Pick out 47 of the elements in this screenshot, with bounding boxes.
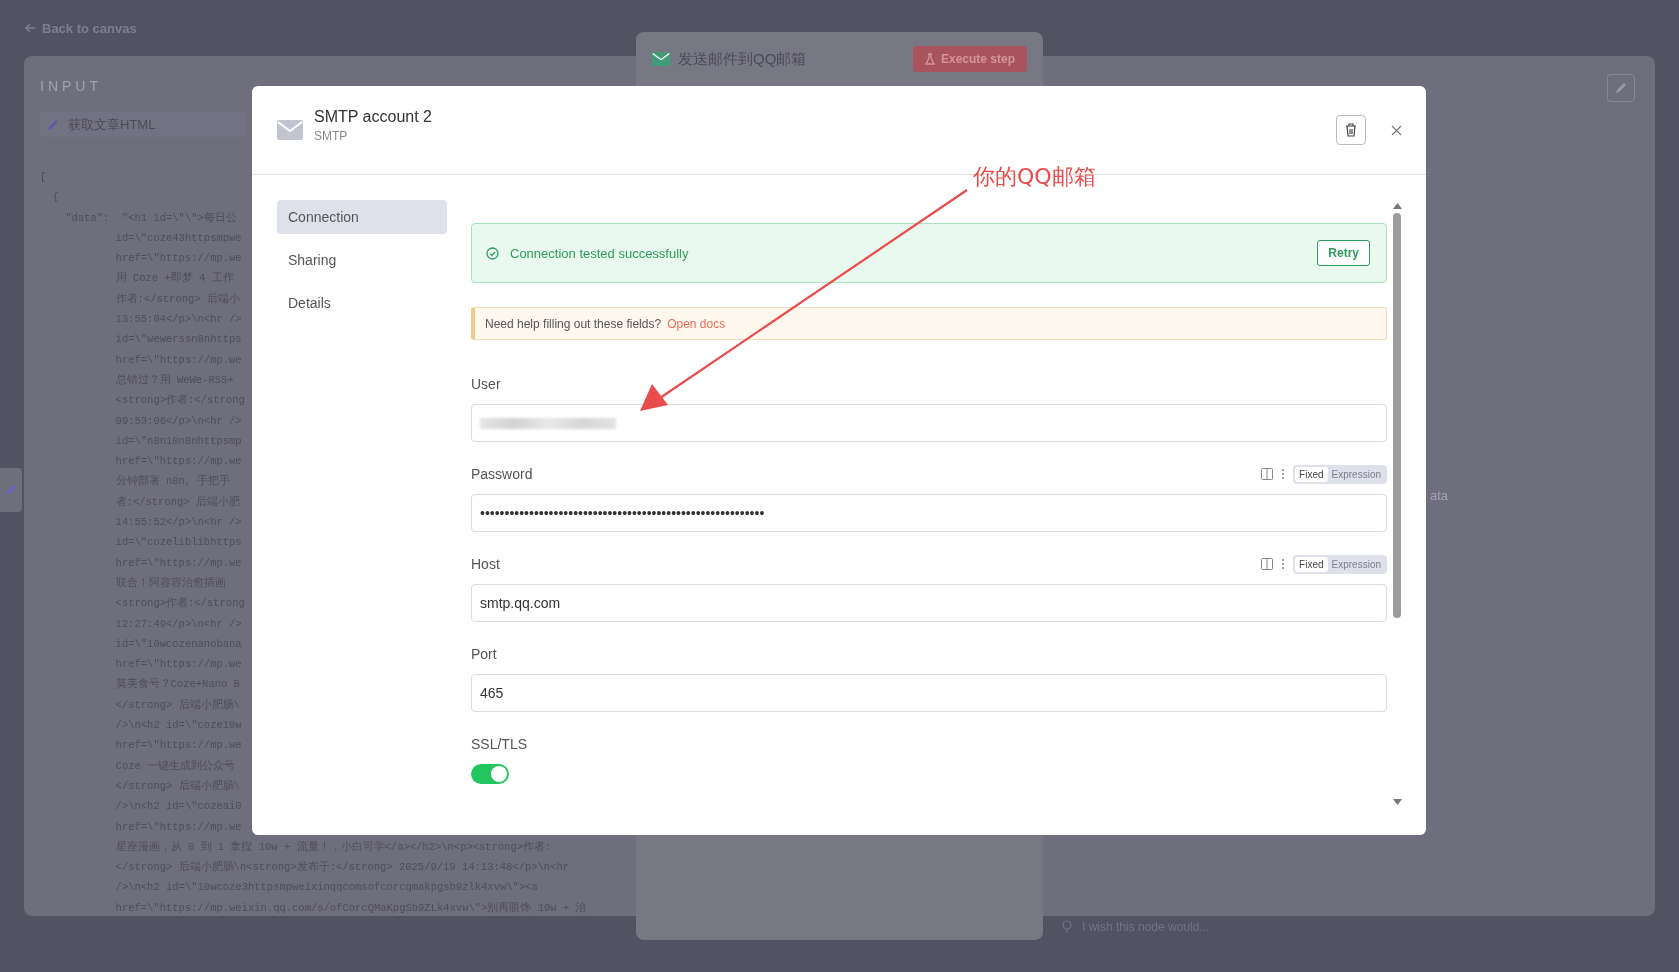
back-arrow-icon [24,22,36,34]
nav-tab[interactable]: Details [277,286,447,320]
panel-icon[interactable] [1261,468,1274,480]
flask-icon [924,53,935,65]
field-label: User [471,376,502,392]
more-options-icon[interactable] [1281,468,1286,480]
edit-button[interactable] [1607,74,1635,102]
nav-tab[interactable]: Sharing [277,243,447,277]
scroll-up-icon[interactable] [1392,203,1402,209]
text-field[interactable] [471,404,1387,442]
close-icon[interactable] [1391,124,1402,136]
text-field[interactable]: 465 [471,674,1387,712]
mode-tab[interactable]: Expression [1327,466,1385,482]
delete-button[interactable] [1336,115,1366,145]
field-label: SSL/TLS [471,736,529,752]
envelope-icon [277,120,303,140]
field-label: Port [471,646,498,662]
modal-subtitle: SMTP [314,128,349,143]
envelope-icon [652,52,670,66]
field-label: Password [471,466,534,482]
panel-icon[interactable] [1261,558,1274,570]
code-line: { [51,190,59,206]
retry-button[interactable]: Retry [1317,240,1370,266]
mode-tab[interactable]: Expression [1327,556,1385,572]
field-label: Host [471,556,501,572]
scroll-down-icon[interactable] [1392,799,1402,805]
pencil-icon [4,483,18,497]
text-field[interactable]: •••••••••••••••••••••••••••••••••••••••••••••••••••••••••• [471,494,1387,532]
toggle-switch[interactable] [471,764,509,784]
output-text: ata [1430,488,1449,503]
nav-tab[interactable]: Connection [277,200,447,234]
annotation-label: 你的QQ邮箱 [973,163,1096,191]
trash-icon [1345,123,1357,137]
docs-link[interactable]: Open docs [667,316,726,331]
pencil-icon [1614,81,1628,95]
panel-heading: INPUT [40,78,103,94]
status-text: Connection tested successfully [510,245,690,261]
more-options-icon[interactable] [1281,558,1286,570]
mode-tab[interactable]: Fixed [1295,556,1328,572]
pencil-icon [46,117,60,132]
help-text: Need help filling out these fields? [485,316,662,331]
code-line: [ [40,170,47,185]
mode-tab[interactable]: Fixed [1295,466,1328,482]
check-circle-icon [486,246,499,260]
text-field[interactable]: smtp.qq.com [471,584,1387,622]
modal-title: SMTP account 2 [314,107,433,126]
lightbulb-icon [1062,920,1072,934]
